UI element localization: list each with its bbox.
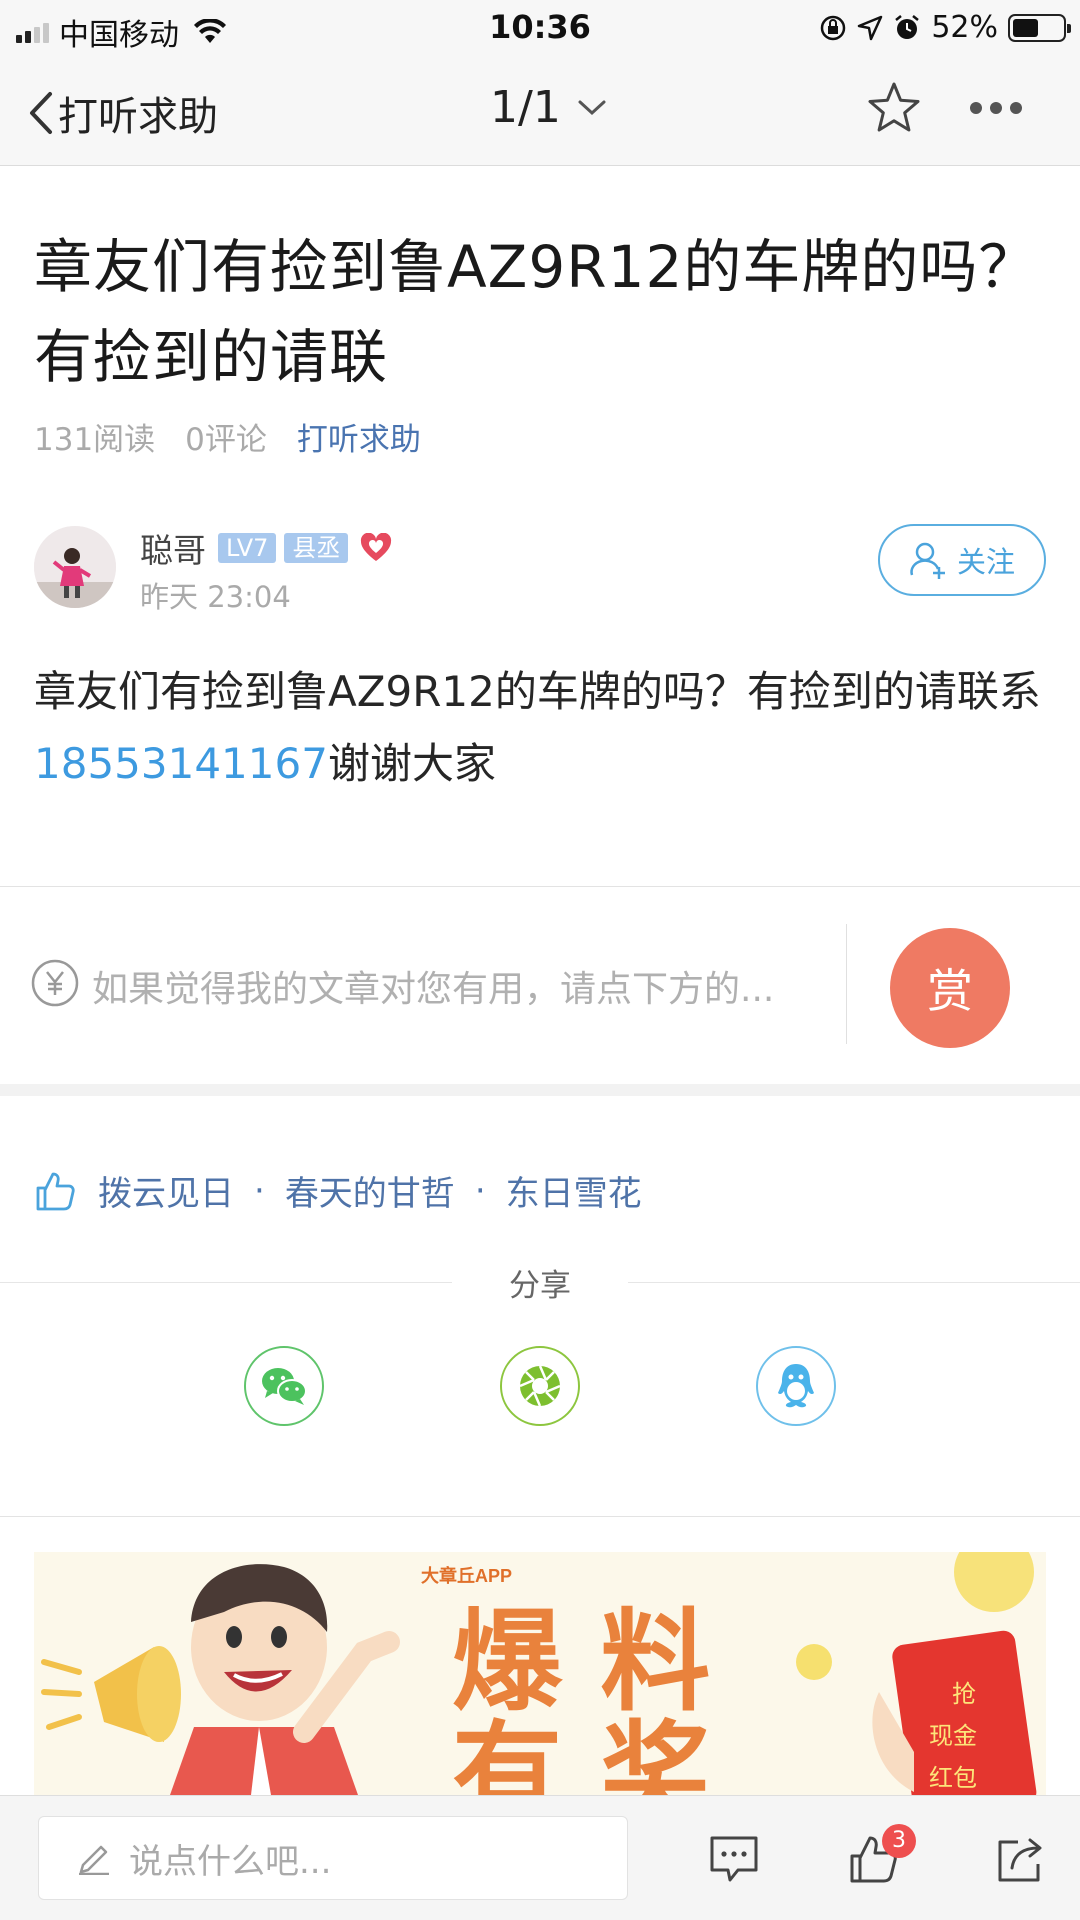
article-body: 章友们有捡到鲁AZ9R12的车牌的吗？有捡到的请联系 18553141167谢谢大… [34,656,1050,800]
like-user[interactable]: 拨云见日 [98,1166,234,1215]
rank-badge: 县丞 [284,533,349,563]
post-time: 昨天 23:04 [140,580,291,614]
yen-icon [31,959,79,1007]
author-name[interactable]: 聪哥 [140,524,206,572]
envelope-text-2: 现金 [929,1722,977,1750]
avatar-image [34,526,116,608]
qq-share-button[interactable] [756,1346,836,1426]
page-indicator: 1/1 [490,82,561,133]
like-separator: · [254,1170,265,1211]
article-meta: 131阅读 0评论 打听求助 [34,414,421,459]
chevron-left-icon [30,92,52,134]
location-icon [858,15,883,40]
reward-section: 如果觉得我的文章对您有用，请点下方的... 赏 [0,888,1080,1084]
like-count-badge: 3 [882,1824,916,1858]
chevron-down-icon [578,100,606,115]
heart-icon [361,533,392,561]
banner-headline-1: 爆 料 [452,1598,710,1726]
follow-button-label: 关注 [956,545,1015,579]
battery-icon [1008,13,1071,42]
back-button-label: 打听求助 [58,94,218,140]
navigation-bar: 打听求助 1/1 [0,54,1080,166]
promo-banner[interactable]: 大章丘APP 爆 料 有 奖 抢 现金 红包 [34,1552,1046,1812]
status-bar-right: 52% [819,10,1071,45]
pencil-icon [79,1845,109,1875]
like-user[interactable]: 春天的甘哲 [285,1166,455,1215]
reward-button[interactable]: 赏 [890,928,1010,1048]
like-user[interactable]: 东日雪花 [506,1166,642,1215]
avatar[interactable] [34,526,116,608]
comment-icon[interactable] [708,1834,760,1884]
follow-button[interactable]: 关注 [878,524,1046,596]
alarm-icon [895,14,920,39]
comment-count: 0评论 [185,422,267,458]
article-title: 章友们有捡到鲁AZ9R12的车牌的吗？有捡到的请联 [34,233,1038,391]
status-bar: 中国移动 10:36 52% [0,0,1080,54]
level-badge: LV7 [218,533,277,563]
add-user-icon [910,542,945,579]
like-separator: · [474,1170,486,1211]
phone-number-link[interactable]: 18553141167 [34,739,328,788]
share-label: 分享 [509,1268,571,1304]
author-name-row: 聪哥 LV7 县丞 [140,524,392,572]
page-selector[interactable]: 1/1 [490,82,607,133]
share-icon[interactable] [994,1834,1046,1884]
banner-app-name: 大章丘APP [421,1565,512,1586]
promo-banner-art: 大章丘APP 爆 料 有 奖 抢 现金 红包 [34,1552,1046,1812]
reward-prompt: 如果觉得我的文章对您有用，请点下方的... [92,969,775,1010]
comment-input[interactable]: 说点什么吧... [38,1816,628,1900]
comment-placeholder: 说点什么吧... [129,1841,332,1882]
qq-icon [778,1364,814,1408]
bottom-bar: 说点什么吧... 3 [0,1795,1080,1920]
orientation-lock-icon [821,15,846,40]
section-gap [0,1084,1080,1096]
envelope-text-1: 抢 [952,1680,976,1708]
divider [0,1516,1080,1517]
reward-divider [846,924,847,1044]
back-button[interactable]: 打听求助 [28,84,218,142]
wechat-share-button[interactable] [244,1346,324,1426]
divider [0,886,1080,887]
article-body-text: 章友们有捡到鲁AZ9R12的车牌的吗？有捡到的请联系 [34,667,1041,716]
category-link[interactable]: 打听求助 [297,414,421,459]
battery-percentage: 52% [931,10,998,45]
likes-row: 拨云见日 · 春天的甘哲 · 东日雪花 [34,1166,642,1215]
favorite-star-icon[interactable] [866,80,922,136]
read-count: 131阅读 [34,422,156,458]
moments-icon [519,1365,561,1407]
article-body-text-end: 谢谢大家 [327,739,496,788]
wechat-icon [262,1368,307,1405]
more-options-icon[interactable] [970,102,1022,114]
battery-fill [1013,18,1038,37]
moments-share-button[interactable] [500,1346,580,1426]
thumbs-up-icon [36,1172,75,1210]
envelope-text-3: 红包 [929,1764,977,1792]
